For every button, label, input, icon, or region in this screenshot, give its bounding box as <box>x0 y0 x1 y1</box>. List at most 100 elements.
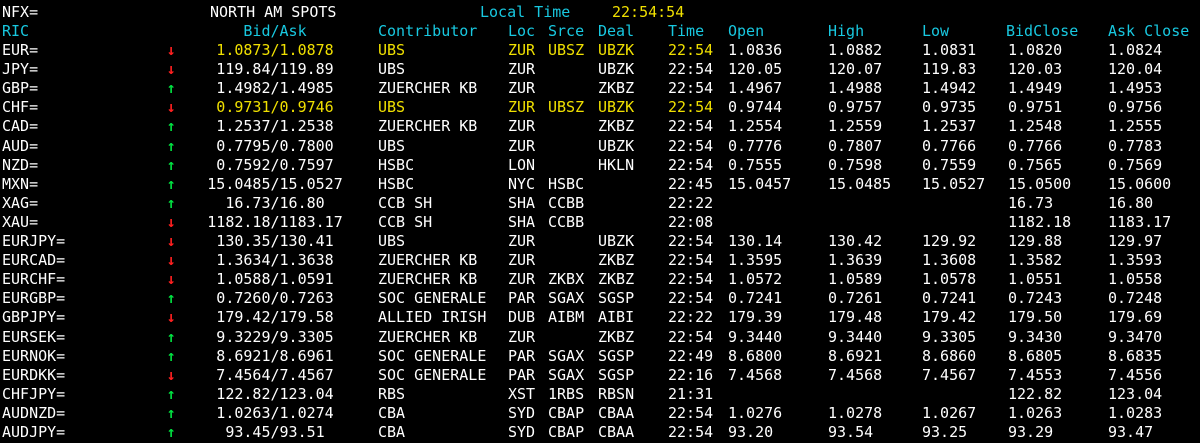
arrow-down-icon: ↓ <box>166 98 176 117</box>
deal-cell: ZKBZ <box>598 270 635 289</box>
ric-cell[interactable]: EURSEK= <box>2 328 65 347</box>
ric-cell[interactable]: EURNOK= <box>2 347 65 366</box>
ric-cell[interactable]: NZD= <box>2 156 38 175</box>
table-row[interactable]: ↑ CAD= 1.2537/1.2538 ZUERCHER KB ZUR ZKBZ 22:5… <box>0 117 1200 136</box>
time-cell: 22:54 <box>668 270 714 289</box>
loc-cell: ZUR <box>508 327 536 346</box>
high-cell: 0.9757 <box>828 98 883 117</box>
ric-cell[interactable]: XAU= <box>2 213 38 232</box>
time-cell: 22:54 <box>668 423 714 441</box>
time-cell: 22:54 <box>668 79 714 98</box>
bid-ask-cell: 93.45/93.51 <box>225 423 325 441</box>
header-low: Low <box>922 22 950 40</box>
arrow-up-icon: ↑ <box>166 403 176 422</box>
bid-ask-cell: 119.84/119.89 <box>216 60 334 79</box>
table-row[interactable]: ↓ EURCHF= 1.0588/1.0591 ZUERCHER KB ZUR ZKBX Z… <box>0 270 1200 289</box>
table-row[interactable]: ↑ XAG= 16.73/16.80 CCB SH SHA CCBB 22:22 16.73 1… <box>0 194 1200 213</box>
table-row[interactable]: ↓ CHF= 0.9731/0.9746 UBS ZUR UBSZ UBZK 22:54 0.9… <box>0 98 1200 117</box>
ric-cell[interactable]: CAD= <box>2 117 38 136</box>
arrow-up-icon: ↑ <box>166 346 176 365</box>
table-row[interactable]: ↑ EURSEK= 9.3229/9.3305 ZUERCHER KB ZUR ZKBZ 2… <box>0 328 1200 347</box>
ric-cell[interactable]: JPY= <box>2 60 38 79</box>
header-srce: Srce <box>548 22 585 40</box>
ric-cell[interactable]: AUD= <box>2 137 38 156</box>
ric-cell[interactable]: EURCHF= <box>2 270 65 289</box>
srce-cell: 1RBS <box>548 384 585 403</box>
table-row[interactable]: ↑ EURNOK= 8.6921/8.6961 SOC GENERALE PAR SGAX… <box>0 347 1200 366</box>
ask-close-cell: 7.4556 <box>1108 365 1163 384</box>
table-row[interactable]: ↑ AUD= 0.7795/0.7800 UBS ZUR UBZK 22:54 0.7776 0… <box>0 137 1200 156</box>
contributor-cell: HSBC <box>378 174 415 193</box>
ric-cell[interactable]: XAG= <box>2 194 38 213</box>
header-loc: Loc <box>508 22 536 40</box>
ask-close-cell: 1.0824 <box>1108 41 1163 59</box>
table-row[interactable]: ↓ EURJPY= 130.35/130.41 UBS ZUR UBZK 22:54 130.… <box>0 232 1200 251</box>
time-cell: 22:54 <box>668 117 714 136</box>
table-row[interactable]: ↓ GBPJPY= 179.42/179.58 ALLIED IRISH DUB AIBM… <box>0 308 1200 327</box>
ric-cell[interactable]: CHF= <box>2 98 38 117</box>
table-row[interactable]: ↓ XAU= 1182.18/1183.17 CCB SH SHA CCBB 22:08 11… <box>0 213 1200 232</box>
ric-cell[interactable]: GBPJPY= <box>2 308 65 327</box>
ask-close-cell: 93.47 <box>1108 423 1154 441</box>
header-high: High <box>828 22 865 40</box>
table-row[interactable]: ↓ EURDKK= 7.4564/7.4567 SOC GENERALE PAR SGAX… <box>0 366 1200 385</box>
loc-cell: ZUR <box>508 41 536 59</box>
high-cell: 0.7807 <box>828 136 883 155</box>
high-cell: 0.7598 <box>828 155 883 174</box>
table-row[interactable]: ↑ AUDNZD= 1.0263/1.0274 CBA SYD CBAP CBAA 22:54… <box>0 404 1200 423</box>
table-row[interactable]: ↑ CHFJPY= 122.82/123.04 RBS XST 1RBS RBSN 21:31… <box>0 385 1200 404</box>
arrow-up-icon: ↑ <box>166 289 176 308</box>
ric-cell[interactable]: MXN= <box>2 175 38 194</box>
bid-close-cell: 0.7565 <box>1008 155 1063 174</box>
page-code: NFX= <box>2 3 39 21</box>
arrow-up-icon: ↑ <box>166 193 176 212</box>
ric-cell[interactable]: EURJPY= <box>2 232 65 251</box>
ric-cell[interactable]: EURCAD= <box>2 251 65 270</box>
arrow-up-icon: ↑ <box>166 136 176 155</box>
table-row[interactable]: ↑ GBP= 1.4982/1.4985 ZUERCHER KB ZUR ZKBZ 22:5… <box>0 79 1200 98</box>
open-cell: 179.39 <box>728 308 783 327</box>
bid-ask-cell: 130.35/130.41 <box>216 232 334 250</box>
table-row[interactable]: ↑ EURGBP= 0.7260/0.7263 SOC GENERALE PAR SGAX… <box>0 289 1200 308</box>
high-cell: 0.7261 <box>828 289 883 308</box>
loc-cell: SHA <box>508 212 536 231</box>
loc-cell: ZUR <box>508 136 536 155</box>
deal-cell: AIBI <box>598 308 635 327</box>
table-row[interactable]: ↑ AUDJPY= 93.45/93.51 CBA SYD CBAP CBAA 22:54 93… <box>0 423 1200 442</box>
bid-close-cell: 93.29 <box>1008 423 1054 441</box>
ric-cell[interactable]: EURDKK= <box>2 366 65 385</box>
srce-cell: CBAP <box>548 403 585 422</box>
low-cell: 119.83 <box>922 60 977 79</box>
ric-cell[interactable]: EUR= <box>2 41 38 60</box>
bid-close-cell: 1.2548 <box>1008 117 1063 136</box>
header-bid-close: BidClose <box>1006 22 1079 40</box>
time-cell: 22:54 <box>668 41 714 59</box>
ask-close-cell: 15.0600 <box>1108 174 1172 193</box>
ric-cell[interactable]: AUDJPY= <box>2 423 65 442</box>
bid-ask-cell: 1.4982/1.4985 <box>216 79 334 98</box>
ric-cell[interactable]: GBP= <box>2 79 38 98</box>
table-row[interactable]: ↑ MXN= 15.0485/15.0527 HSBC NYC HSBC 22:45 15.0… <box>0 175 1200 194</box>
table-row[interactable]: ↓ JPY= 119.84/119.89 UBS ZUR UBZK 22:54 120.05 1… <box>0 60 1200 79</box>
table-row[interactable]: ↑ NZD= 0.7592/0.7597 HSBC LON HKLN 22:54 0.7555… <box>0 156 1200 175</box>
high-cell: 8.6921 <box>828 346 883 365</box>
time-cell: 22:16 <box>668 365 714 384</box>
srce-cell: SGAX <box>548 365 585 384</box>
open-cell: 93.20 <box>728 423 774 441</box>
bid-ask-cell: 1.2537/1.2538 <box>216 117 334 136</box>
table-row[interactable]: ↓ EUR= 1.0873/1.0878 UBS ZUR UBSZ UBZK 22:54 1.0… <box>0 41 1200 60</box>
open-cell: 0.7776 <box>728 136 783 155</box>
time-cell: 22:54 <box>668 251 714 270</box>
ric-cell[interactable]: AUDNZD= <box>2 404 65 423</box>
deal-cell: SGSP <box>598 289 635 308</box>
ric-cell[interactable]: CHFJPY= <box>2 385 65 404</box>
loc-cell: XST <box>508 384 536 403</box>
loc-cell: ZUR <box>508 232 536 250</box>
open-cell: 0.9744 <box>728 98 783 117</box>
time-cell: 22:22 <box>668 308 714 327</box>
table-row[interactable]: ↓ EURCAD= 1.3634/1.3638 ZUERCHER KB ZUR ZKBZ 2… <box>0 251 1200 270</box>
contributor-cell: ALLIED IRISH <box>378 308 487 327</box>
loc-cell: ZUR <box>508 251 536 270</box>
ric-cell[interactable]: EURGBP= <box>2 289 65 308</box>
bid-ask-cell: 0.7592/0.7597 <box>216 155 334 174</box>
